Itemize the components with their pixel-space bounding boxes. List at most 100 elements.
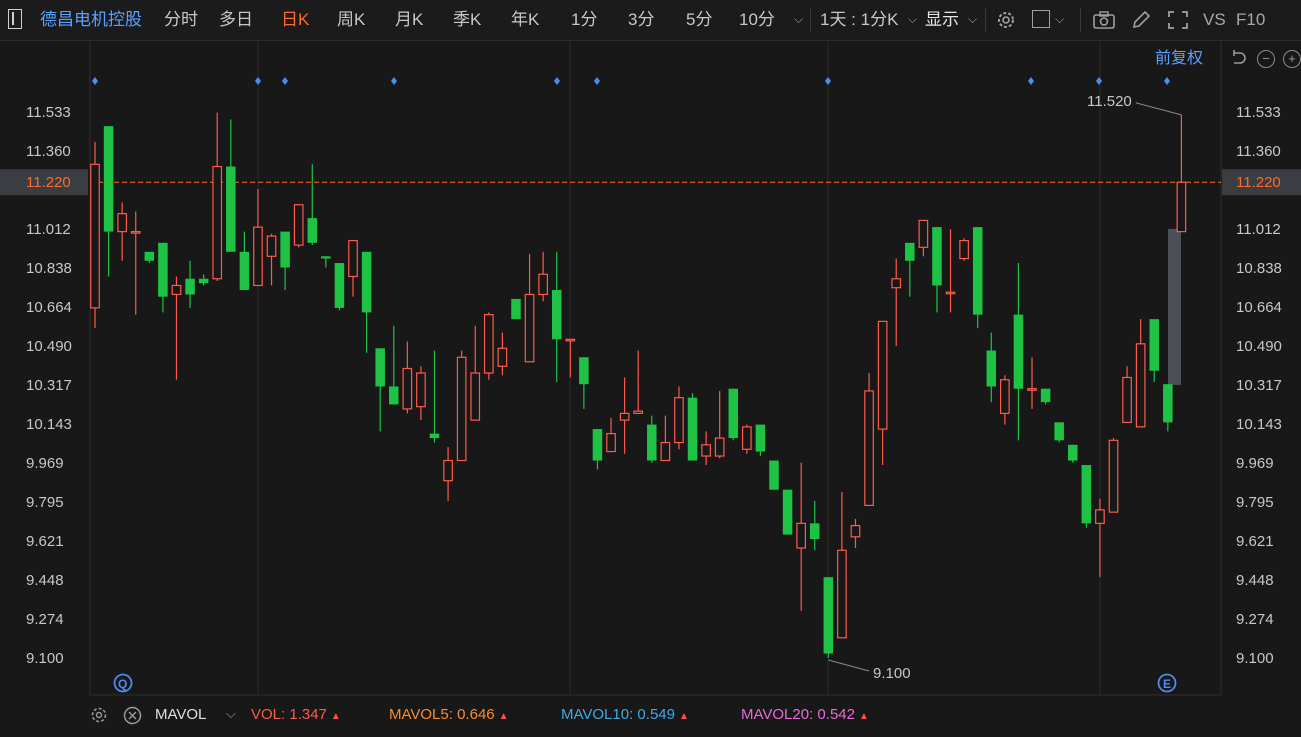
- candle-body: [1149, 319, 1159, 371]
- e-badge-icon: E: [1163, 677, 1171, 691]
- tab-period[interactable]: 季K: [453, 10, 481, 30]
- indicator-label: MAVOL5:: [389, 706, 453, 723]
- y-tick-label: 9.795: [1236, 494, 1274, 511]
- vs-button[interactable]: VS: [1203, 10, 1226, 30]
- tab-period[interactable]: 5分: [686, 10, 712, 30]
- pencil-icon[interactable]: [1130, 9, 1152, 31]
- candle-body: [905, 242, 915, 261]
- gear-icon[interactable]: [995, 9, 1017, 31]
- y-tick-label: 9.448: [1236, 572, 1274, 589]
- tab-period[interactable]: 3分: [628, 10, 654, 30]
- candle-body: [891, 278, 902, 289]
- max-price-label: 11.520: [1087, 93, 1132, 110]
- candle-body: [253, 226, 263, 287]
- candle-body: [864, 390, 874, 506]
- event-marker-icon: [391, 77, 397, 85]
- chevron-down-icon[interactable]: ⌵: [1055, 12, 1064, 27]
- candle-body: [144, 251, 155, 261]
- candle-body: [660, 441, 671, 462]
- y-tick-label: 11.220: [26, 174, 71, 191]
- gear-icon[interactable]: [90, 706, 108, 724]
- period-select[interactable]: 1天 : 1分K: [820, 10, 898, 30]
- y-tick-label: 9.274: [1236, 611, 1274, 628]
- candle-body: [293, 204, 304, 246]
- square-icon[interactable]: [1032, 10, 1050, 28]
- candle-body: [728, 388, 739, 439]
- candle-body: [280, 231, 290, 268]
- y-tick-label: 11.360: [1236, 143, 1281, 160]
- candle-body: [511, 298, 521, 320]
- candle-body: [497, 347, 508, 367]
- tab-period[interactable]: 10分: [739, 10, 775, 30]
- y-tick-label: 10.317: [1236, 377, 1282, 394]
- candle-body: [483, 314, 494, 374]
- selection-band: [1168, 228, 1181, 385]
- undo-icon[interactable]: [1228, 48, 1248, 68]
- candle-body: [959, 239, 969, 260]
- candle-body: [389, 386, 399, 405]
- max-pointer: [1135, 102, 1182, 116]
- sidebar-toggle-icon[interactable]: [8, 9, 22, 29]
- candle-body: [1176, 181, 1187, 233]
- volume-indicator-item: MAVOL10: 0.549 ▲: [561, 706, 689, 726]
- chevron-down-icon[interactable]: ⌵: [226, 705, 236, 723]
- candle-body: [1040, 388, 1051, 403]
- indicator-value: 0.549: [633, 706, 675, 723]
- candle-body: [90, 163, 100, 309]
- candle-body: [266, 235, 277, 257]
- camera-icon[interactable]: [1092, 9, 1116, 31]
- chevron-down-icon[interactable]: ⌵: [968, 12, 977, 27]
- indicator-select[interactable]: MAVOL: [155, 706, 206, 724]
- stock-name[interactable]: 德昌电机控股: [40, 10, 142, 30]
- tab-period[interactable]: 分时: [164, 10, 198, 30]
- y-tick-label: 11.360: [26, 143, 71, 160]
- tab-period[interactable]: 日K: [281, 10, 309, 30]
- event-marker-icon: [825, 77, 831, 85]
- indicator-value: 0.542: [813, 706, 855, 723]
- candle-body: [1095, 509, 1105, 524]
- candle-body: [321, 256, 331, 259]
- y-tick-label: 10.317: [26, 377, 72, 394]
- y-tick-label: 9.969: [26, 455, 64, 472]
- y-tick-label: 9.621: [1236, 533, 1274, 550]
- indicator-label: MAVOL10:: [561, 706, 634, 723]
- f10-button[interactable]: F10: [1236, 10, 1265, 30]
- candle-body: [579, 357, 589, 385]
- tab-period[interactable]: 1分: [571, 10, 597, 30]
- candle-body: [456, 356, 467, 462]
- candle-body: [565, 338, 576, 342]
- tab-period[interactable]: 年K: [511, 10, 539, 30]
- up-arrow-icon: ▲: [330, 711, 341, 722]
- candle-body: [782, 489, 793, 535]
- y-tick-label: 9.274: [26, 611, 64, 628]
- y-tick-label: 9.621: [26, 533, 64, 550]
- candle-body: [375, 348, 385, 387]
- candle-body: [334, 263, 345, 308]
- candle-body: [524, 293, 535, 363]
- candlestick-chart[interactable]: 11.533 11.533 11.360 11.360 11.220 11.220 11.0…: [0, 40, 1301, 700]
- tab-period[interactable]: 多日: [219, 10, 253, 30]
- candle-body: [1054, 422, 1064, 441]
- chevron-down-icon[interactable]: ⌵: [908, 12, 917, 27]
- indicator-value: 0.646: [452, 706, 495, 723]
- zoom-in-icon[interactable]: +: [1283, 50, 1301, 68]
- candle-body: [429, 433, 440, 439]
- close-icon[interactable]: [123, 706, 142, 725]
- event-marker-icon: [1096, 77, 1102, 85]
- candle-body: [837, 549, 847, 639]
- candle-body: [1122, 376, 1132, 423]
- adjust-price-toggle[interactable]: 前复权: [1155, 49, 1203, 69]
- tab-period[interactable]: 周K: [337, 10, 365, 30]
- candle-body: [647, 424, 657, 461]
- candle-body: [945, 291, 956, 295]
- zoom-out-icon[interactable]: −: [1257, 50, 1275, 68]
- candle-body: [361, 251, 372, 313]
- chevron-down-icon[interactable]: ⌵: [794, 12, 803, 27]
- candle-body: [796, 522, 807, 549]
- candle-body: [1081, 465, 1092, 524]
- tab-period[interactable]: 月K: [395, 10, 423, 30]
- display-menu[interactable]: 显示: [925, 10, 959, 30]
- candle-body: [701, 444, 711, 457]
- candle-body: [402, 367, 413, 410]
- fullscreen-icon[interactable]: [1166, 9, 1190, 31]
